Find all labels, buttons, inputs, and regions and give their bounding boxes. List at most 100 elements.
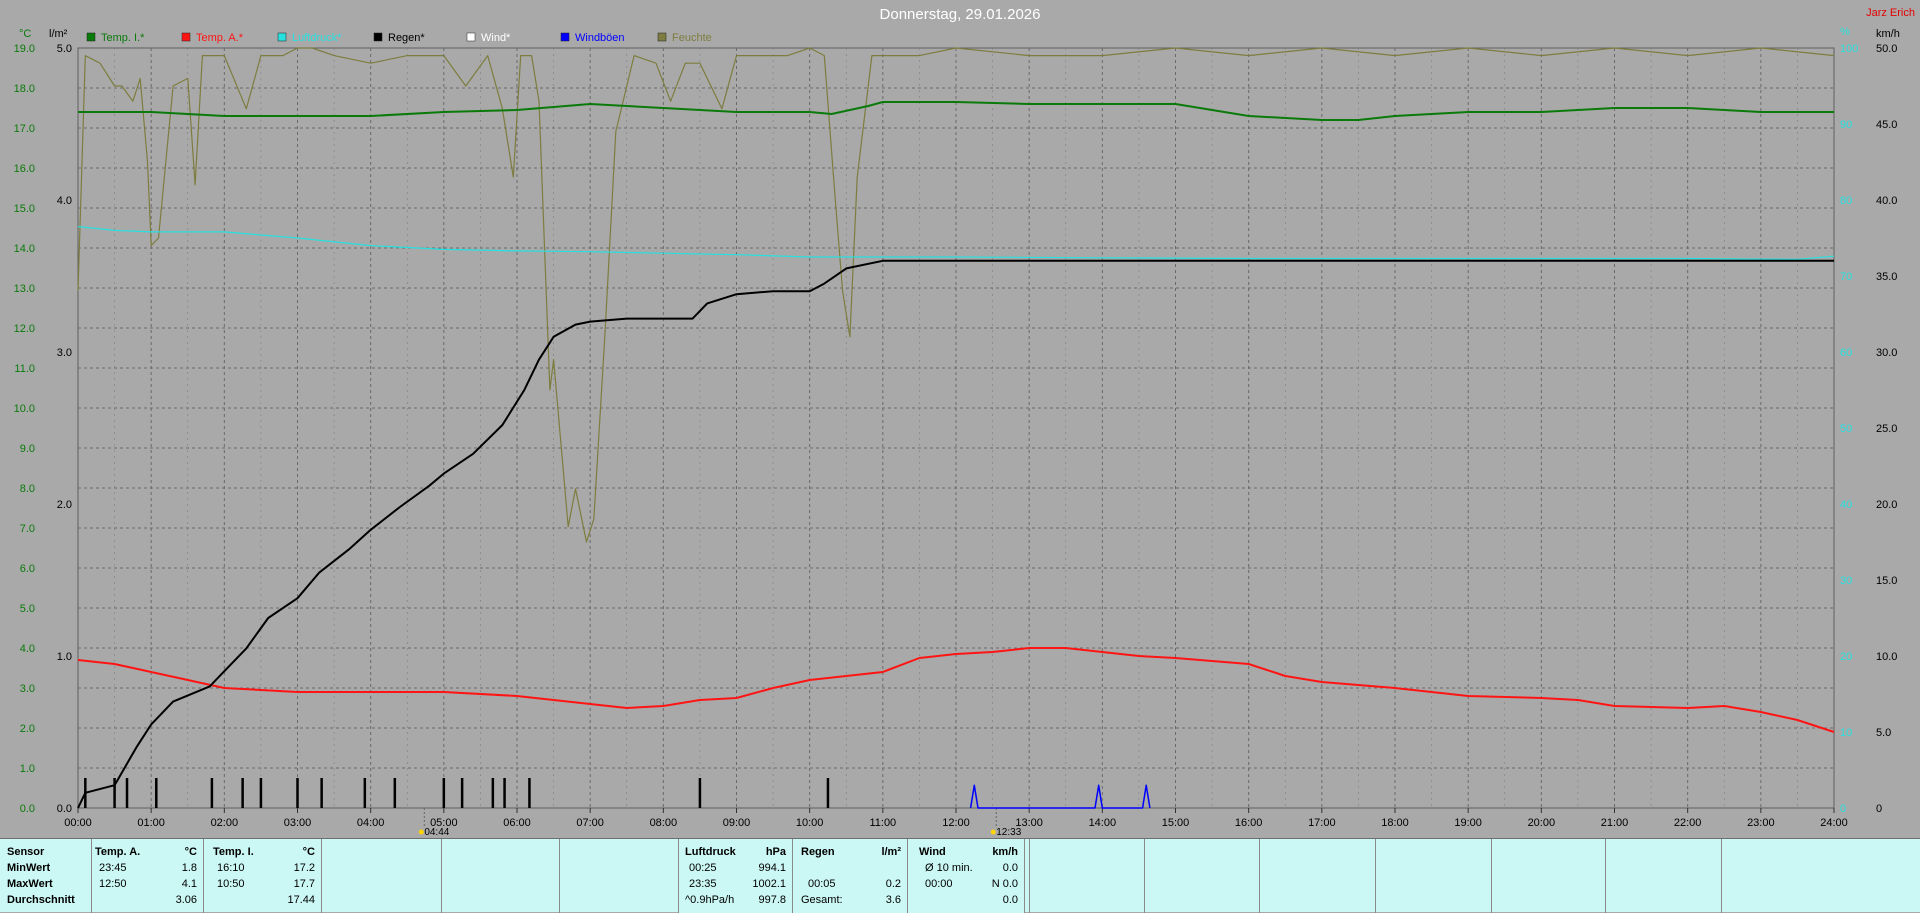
legend-swatch — [466, 32, 476, 42]
pct-tick-label: 50 — [1840, 423, 1852, 435]
stats-col-empty-9 — [1260, 839, 1376, 913]
temp-tick-label: 10.0 — [14, 403, 35, 415]
time-tick-label: 16:00 — [1235, 817, 1263, 829]
sunset-label: 12:33 — [996, 827, 1021, 838]
time-tick-label: 08:00 — [650, 817, 678, 829]
temp-tick-label: 0.0 — [20, 803, 35, 815]
unit-pct: % — [1840, 26, 1850, 38]
time-tick-label: 07:00 — [576, 817, 604, 829]
pct-tick-label: 10 — [1840, 727, 1852, 739]
temp-tick-label: 15.0 — [14, 203, 35, 215]
legend-label: Luftdruck* — [292, 32, 342, 44]
stats-col-rain: Regen l/m² 00:05 0.2 Gesamt: 3.6 — [793, 839, 908, 913]
series-line-windb-en — [969, 784, 1151, 809]
temp-a-min-time: 23:45 — [99, 862, 127, 874]
legend-swatch — [181, 32, 191, 42]
time-tick-label: 00:00 — [64, 817, 92, 829]
pct-tick-label: 40 — [1840, 499, 1852, 511]
stats-col-empty-12 — [1606, 839, 1722, 913]
time-tick-label: 11:00 — [869, 817, 896, 829]
author-label: Jarz Erich — [1866, 7, 1915, 19]
temp-i-min-time: 16:10 — [217, 862, 245, 874]
wind-tick-label: 35.0 — [1876, 271, 1897, 283]
time-tick-label: 04:00 — [357, 817, 385, 829]
stats-col-empty-10 — [1376, 839, 1492, 913]
rain-tick-label: 3.0 — [57, 347, 72, 359]
time-tick-label: 19:00 — [1454, 817, 1482, 829]
wind-tick-label: 10.0 — [1876, 651, 1897, 663]
time-tick-label: 20:00 — [1528, 817, 1556, 829]
time-tick-label: 12:00 — [942, 817, 970, 829]
header-pressure-unit: hPa — [765, 846, 786, 858]
time-tick-label: 21:00 — [1601, 817, 1629, 829]
stats-col-empty-2 — [442, 839, 560, 913]
pressure-avg-value: 997.8 — [758, 894, 786, 906]
legend-swatch — [560, 32, 570, 42]
legend-swatch — [86, 32, 96, 42]
header-pressure: Luftdruck — [685, 846, 736, 858]
temp-tick-label: 13.0 — [14, 283, 35, 295]
pct-tick-label: 90 — [1840, 119, 1852, 131]
rain-total-label: Gesamt: — [801, 894, 843, 906]
pct-tick-label: 20 — [1840, 651, 1852, 663]
time-tick-label: 02:00 — [211, 817, 239, 829]
chart-title: Donnerstag, 29.01.2026 — [880, 6, 1041, 23]
header-temp-i: Temp. I. — [213, 846, 254, 858]
legend-swatch — [657, 32, 667, 42]
temp-tick-label: 18.0 — [14, 83, 35, 95]
temp-i-min-value: 17.2 — [293, 862, 315, 874]
temp-i-max-value: 17.7 — [293, 878, 315, 890]
header-temp-a-unit: °C — [184, 846, 197, 858]
stats-col-empty-3 — [560, 839, 680, 913]
stats-col-sensor: Sensor MinWert MaxWert Durchschnitt — [0, 839, 92, 913]
pressure-min-value: 994.1 — [758, 862, 786, 874]
rain-tick-label: 5.0 — [57, 43, 72, 55]
header-rain: Regen — [801, 846, 835, 858]
sunrise-icon — [418, 829, 424, 835]
temp-tick-label: 6.0 — [20, 563, 35, 575]
row-label-max: MaxWert — [7, 878, 53, 890]
time-tick-label: 09:00 — [723, 817, 751, 829]
time-tick-label: 22:00 — [1674, 817, 1702, 829]
rain-tick-label: 2.0 — [57, 499, 72, 511]
temp-a-avg-value: 3.06 — [175, 894, 197, 906]
rain-max-time: 00:05 — [808, 878, 836, 890]
temp-tick-label: 1.0 — [20, 763, 35, 775]
wind-max-value: N 0.0 — [991, 878, 1018, 890]
header-temp-a: Temp. A. — [95, 846, 141, 858]
temp-tick-label: 8.0 — [20, 483, 35, 495]
stats-col-wind: Wind km/h Ø 10 min. 0.0 00:00 N 0.0 0.0 — [908, 839, 1025, 913]
temp-tick-label: 7.0 — [20, 523, 35, 535]
stats-col-empty-7 — [1030, 839, 1145, 913]
pct-tick-label: 70 — [1840, 271, 1852, 283]
header-wind: Wind — [919, 846, 946, 858]
header-rain-unit: l/m² — [881, 846, 901, 858]
temp-tick-label: 4.0 — [20, 643, 35, 655]
legend-label: Wind* — [481, 32, 511, 44]
grid — [77, 47, 1835, 809]
header-wind-unit: km/h — [992, 846, 1018, 858]
pct-tick-label: 100 — [1840, 43, 1858, 55]
sunset-icon — [990, 829, 996, 835]
statistics-table: Sensor MinWert MaxWert Durchschnitt Temp… — [0, 838, 1920, 913]
temp-tick-label: 3.0 — [20, 683, 35, 695]
temp-a-max-time: 12:50 — [99, 878, 127, 890]
temp-a-max-value: 4.1 — [181, 878, 197, 890]
temp-tick-label: 5.0 — [20, 603, 35, 615]
rain-total-value: 3.6 — [885, 894, 901, 906]
wind-tick-label: 20.0 — [1876, 499, 1897, 511]
time-tick-label: 23:00 — [1747, 817, 1775, 829]
wind-tick-label: 0 — [1876, 803, 1882, 815]
legend-label: Feuchte — [672, 32, 712, 44]
weather-chart: Donnerstag, 29.01.2026 Jarz Erich °C l/m… — [14, 6, 1915, 838]
rain-tick-label: 4.0 — [57, 195, 72, 207]
temp-tick-label: 16.0 — [14, 163, 35, 175]
row-label-avg: Durchschnitt — [7, 894, 75, 906]
temp-i-avg-value: 17.44 — [287, 894, 315, 906]
unit-wind: km/h — [1876, 28, 1900, 40]
stats-col-empty-11 — [1492, 839, 1606, 913]
stats-col-empty-1 — [322, 839, 442, 913]
stats-col-temp-a: Temp. A. °C 23:45 1.8 12:50 4.1 3.06 — [92, 839, 204, 913]
rain-tick-label: 1.0 — [57, 651, 72, 663]
temp-tick-label: 2.0 — [20, 723, 35, 735]
